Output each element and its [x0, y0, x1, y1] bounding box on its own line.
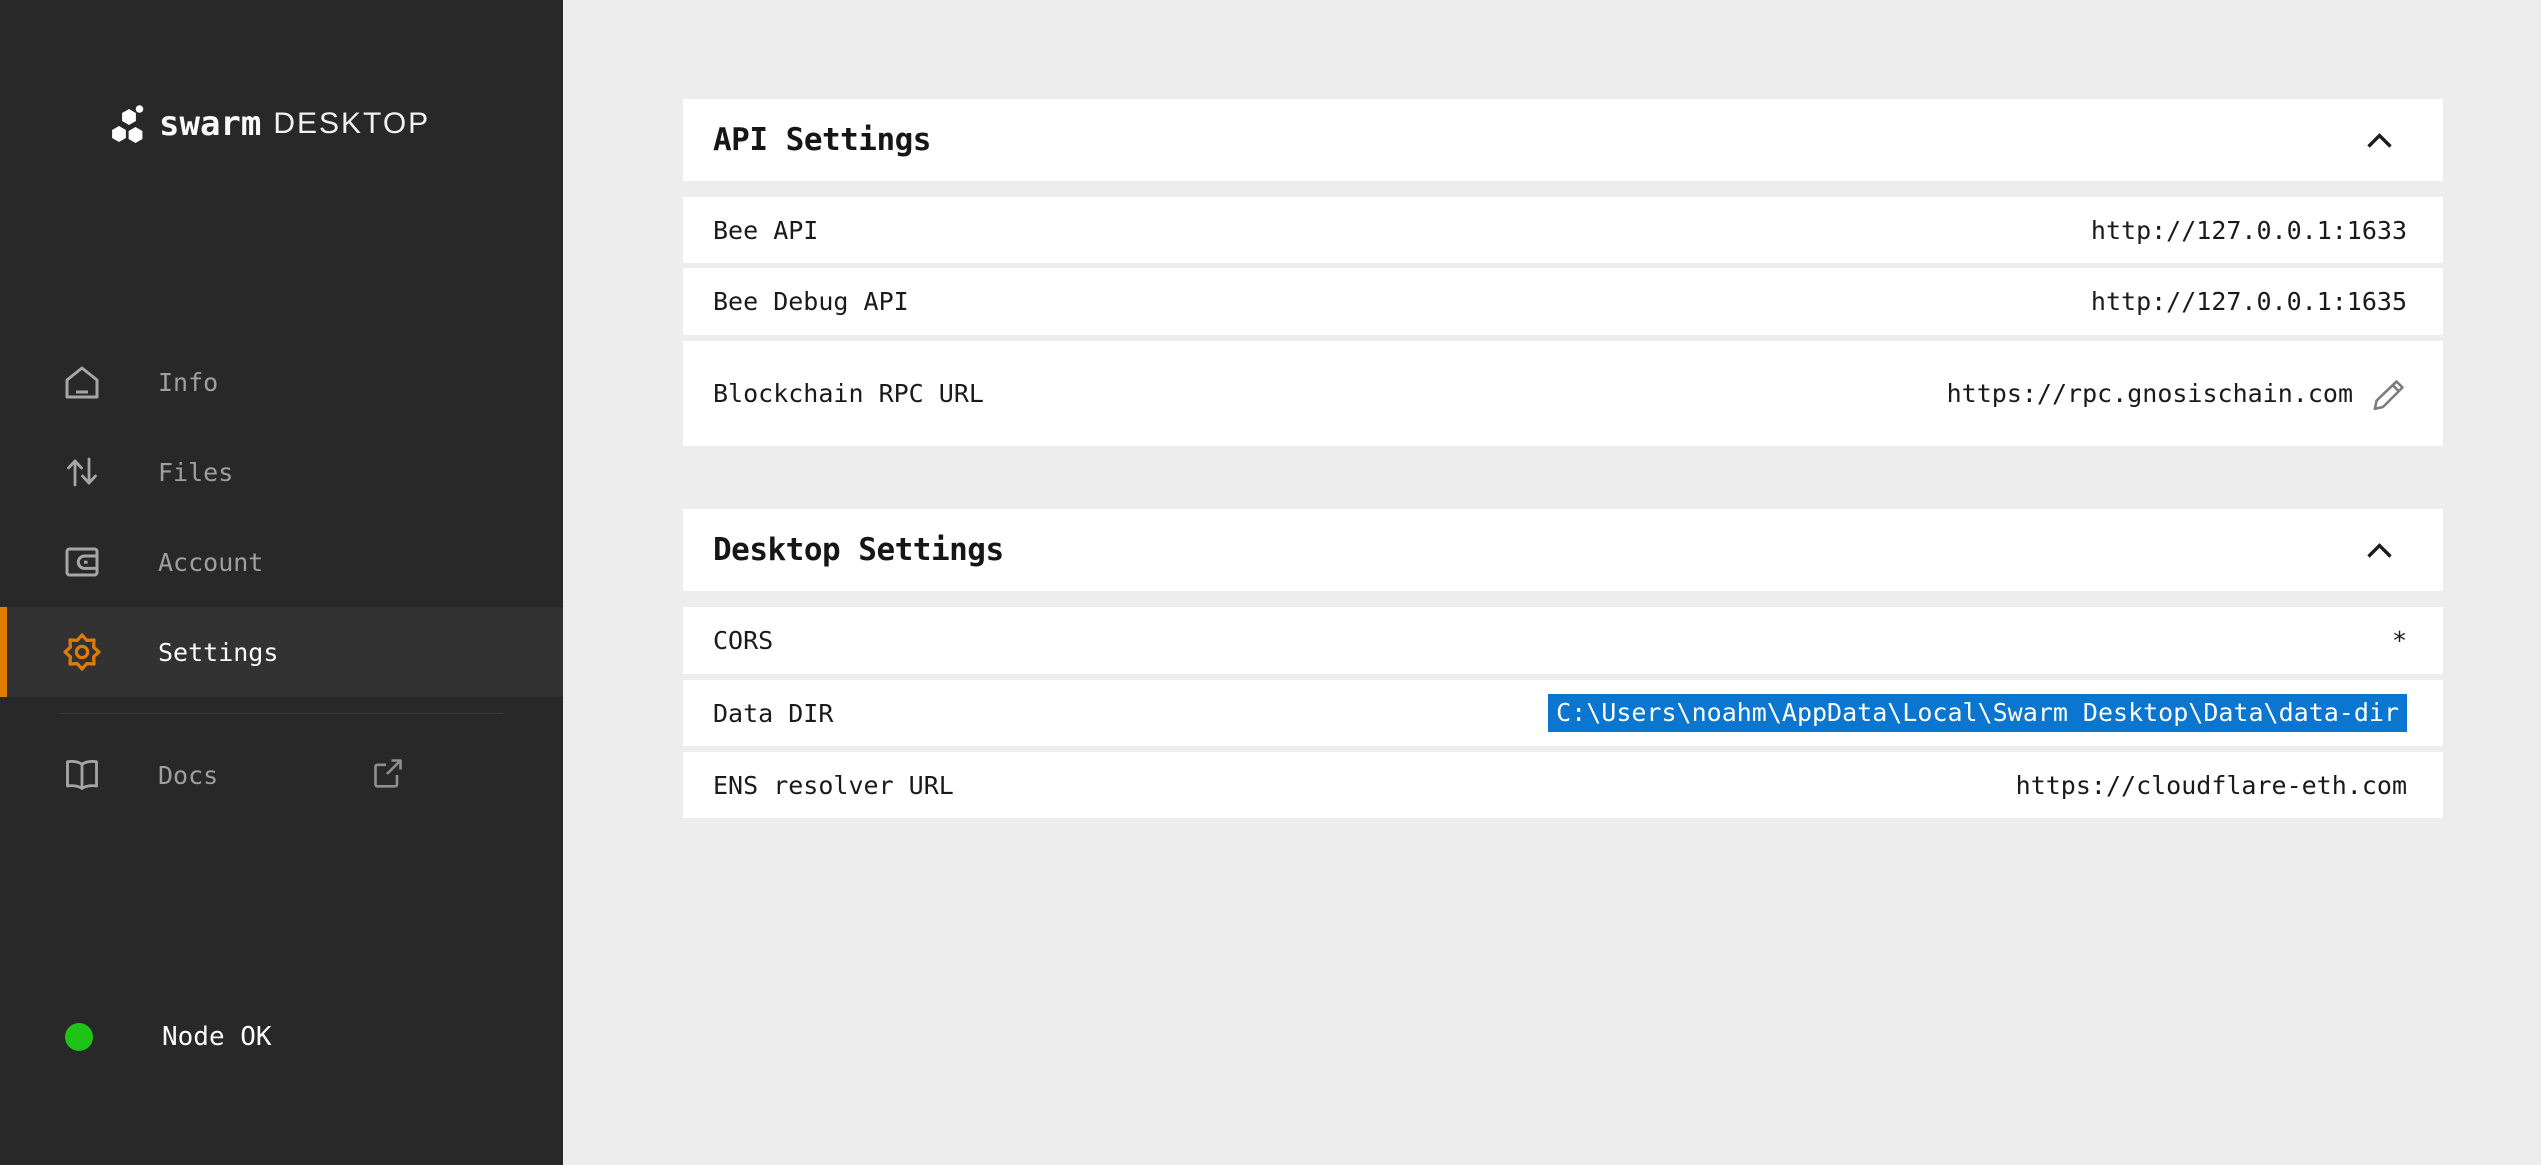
sidebar-divider: [60, 713, 503, 714]
sidebar-item-label: Account: [158, 548, 263, 577]
node-status-dot: [65, 1023, 93, 1051]
setting-row-data-dir: Data DIR C:\Users\noahm\AppData\Local\Sw…: [683, 680, 2443, 746]
section-desktop-settings: Desktop Settings CORS * Data DIR C:\User…: [683, 509, 2443, 818]
swarm-logo-icon: [108, 103, 146, 145]
setting-value[interactable]: http://127.0.0.1:1635: [2091, 287, 2407, 316]
section-header: API Settings: [683, 99, 2443, 181]
pencil-icon: [2371, 376, 2407, 412]
sidebar-item-label: Files: [158, 458, 233, 487]
setting-row-ens-resolver-url: ENS resolver URL https://cloudflare-eth.…: [683, 752, 2443, 818]
sidebar-item-account[interactable]: Account: [0, 517, 563, 607]
sidebar-item-docs[interactable]: Docs: [0, 730, 563, 820]
setting-value[interactable]: *: [2392, 626, 2407, 655]
sidebar-item-label: Docs: [158, 761, 218, 790]
setting-label: CORS: [713, 626, 773, 655]
sidebar-item-settings[interactable]: Settings: [0, 607, 563, 697]
setting-row-bee-debug-api: Bee Debug API http://127.0.0.1:1635: [683, 268, 2443, 335]
setting-label: Data DIR: [713, 699, 833, 728]
setting-value[interactable]: http://127.0.0.1:1633: [2091, 216, 2407, 245]
sidebar-item-info[interactable]: Info: [0, 337, 563, 427]
gear-icon: [63, 631, 101, 673]
node-status-label: Node OK: [162, 1022, 272, 1052]
logo-product-text: DESKTOP: [273, 107, 430, 141]
setting-row-cors: CORS *: [683, 607, 2443, 674]
logo-brand-text: swarm: [159, 104, 261, 144]
collapse-button[interactable]: [2362, 128, 2397, 153]
settings-page: API Settings Bee API http://127.0.0.1:16…: [563, 0, 2541, 1165]
home-icon: [63, 361, 101, 403]
setting-label: Bee Debug API: [713, 287, 909, 316]
node-status: Node OK: [65, 1022, 272, 1052]
book-icon: [63, 754, 101, 796]
collapse-button[interactable]: [2362, 538, 2397, 563]
swarm-desktop-app: swarm DESKTOP Info: [0, 0, 2541, 1165]
sidebar: swarm DESKTOP Info: [0, 0, 563, 1165]
transfer-arrows-icon: [63, 451, 101, 493]
edit-button[interactable]: [2371, 376, 2407, 412]
sidebar-item-files[interactable]: Files: [0, 427, 563, 517]
setting-value-text[interactable]: https://rpc.gnosischain.com: [1947, 379, 2353, 408]
sidebar-item-label: Info: [158, 368, 218, 397]
section-title: Desktop Settings: [713, 532, 1004, 568]
section-title: API Settings: [713, 122, 931, 158]
setting-label: Blockchain RPC URL: [713, 379, 984, 408]
selected-text[interactable]: C:\Users\noahm\AppData\Local\Swarm Deskt…: [1548, 694, 2407, 732]
chevron-up-icon: [2366, 542, 2393, 559]
wallet-icon: [63, 541, 101, 583]
section-header: Desktop Settings: [683, 509, 2443, 591]
sidebar-item-label: Settings: [158, 638, 278, 667]
sidebar-nav: Info Files: [0, 337, 563, 820]
setting-value: https://rpc.gnosischain.com: [1947, 376, 2407, 412]
setting-row-bee-api: Bee API http://127.0.0.1:1633: [683, 197, 2443, 263]
logo: swarm DESKTOP: [108, 103, 430, 145]
external-link-icon: [370, 756, 404, 794]
setting-label: Bee API: [713, 216, 818, 245]
setting-value[interactable]: https://cloudflare-eth.com: [2016, 771, 2407, 800]
setting-value: C:\Users\noahm\AppData\Local\Swarm Deskt…: [1548, 694, 2407, 732]
setting-label: ENS resolver URL: [713, 771, 954, 800]
setting-row-blockchain-rpc-url: Blockchain RPC URL https://rpc.gnosischa…: [683, 341, 2443, 446]
section-api-settings: API Settings Bee API http://127.0.0.1:16…: [683, 99, 2443, 446]
chevron-up-icon: [2366, 132, 2393, 149]
